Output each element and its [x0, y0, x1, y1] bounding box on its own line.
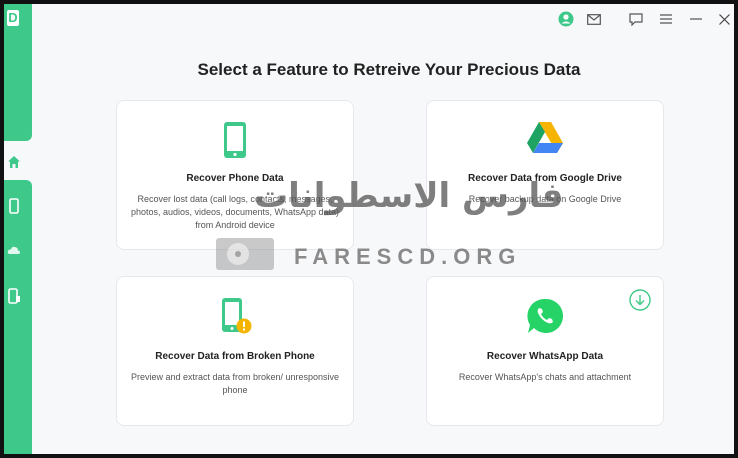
- card-title: Recover Phone Data: [186, 173, 284, 184]
- card-title: Recover Data from Google Drive: [468, 173, 622, 184]
- google-drive-icon: [427, 121, 663, 161]
- card-title: Recover Data from Broken Phone: [155, 351, 315, 362]
- sidebar-broken-phone-icon[interactable]: [4, 286, 24, 306]
- minimize-icon[interactable]: [686, 9, 706, 29]
- broken-phone-icon: [117, 297, 353, 337]
- recover-whatsapp-card[interactable]: Recover WhatsApp Data Recover WhatsApp's…: [426, 276, 664, 426]
- recover-google-drive-card[interactable]: Recover Data from Google Drive Recover b…: [426, 100, 664, 250]
- card-description: Preview and extract data from broken/ un…: [130, 372, 340, 395]
- sidebar-top-panel: D: [4, 4, 32, 141]
- sidebar-phone-icon[interactable]: [4, 196, 24, 216]
- close-icon[interactable]: [714, 9, 734, 29]
- card-title: Recover WhatsApp Data: [486, 351, 604, 362]
- account-icon[interactable]: [556, 9, 576, 29]
- card-description: Recover lost data (call logs, contacts, …: [130, 194, 340, 230]
- mail-icon[interactable]: [584, 9, 604, 29]
- whatsapp-icon: [427, 297, 663, 337]
- feedback-icon[interactable]: [626, 9, 646, 29]
- app-window: D Select a Feature to Retreive Your Prec…: [4, 4, 734, 454]
- app-logo: D: [7, 10, 19, 26]
- page-title: Select a Feature to Retreive Your Precio…: [197, 60, 581, 79]
- sidebar-bottom-panel: [4, 180, 32, 454]
- menu-icon[interactable]: [656, 9, 676, 29]
- recover-broken-phone-card[interactable]: Recover Data from Broken Phone Preview a…: [116, 276, 354, 426]
- phone-icon: [117, 121, 353, 161]
- sidebar-cloud-icon[interactable]: [4, 240, 24, 260]
- recover-phone-data-card[interactable]: Recover Phone Data Recover lost data (ca…: [116, 100, 354, 250]
- sidebar-home-icon[interactable]: [4, 152, 24, 172]
- card-description: Recover backup data on Google Drive: [468, 194, 622, 204]
- card-description: Recover WhatsApp's chats and attachment: [458, 372, 632, 382]
